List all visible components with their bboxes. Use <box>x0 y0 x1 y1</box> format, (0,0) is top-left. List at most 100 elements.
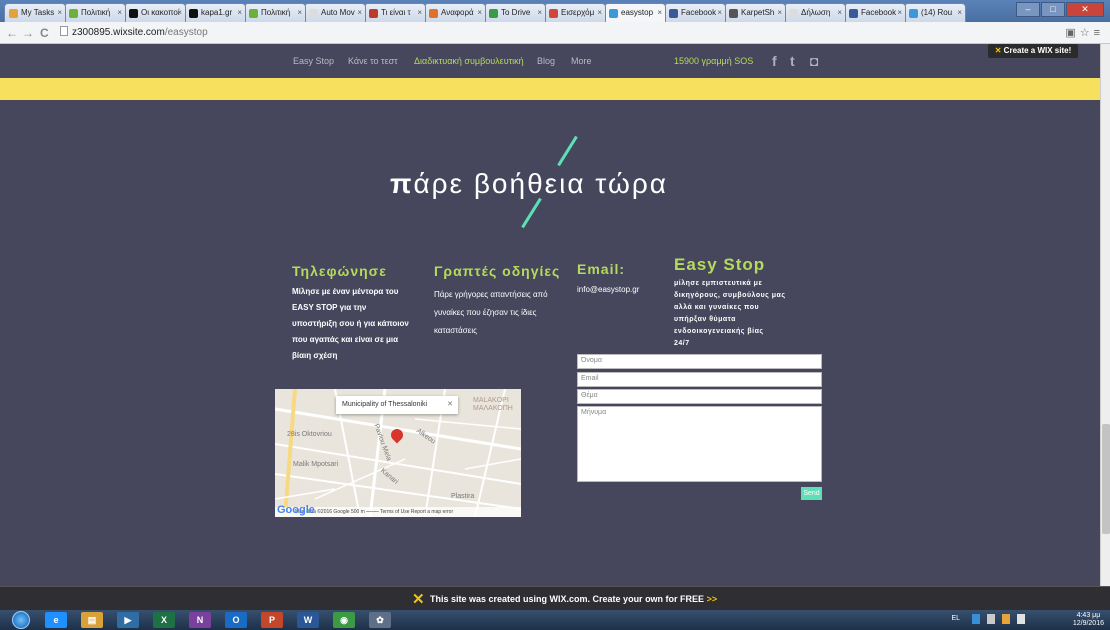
bookmark-star-icon[interactable]: ▣☆≡ <box>1065 26 1104 39</box>
browser-tab[interactable]: (14) Rou × <box>904 3 966 22</box>
scroll-thumb[interactable] <box>1102 424 1110 534</box>
url-host: z300895.wixsite.com <box>72 27 165 38</box>
reload-icon[interactable]: C <box>40 26 49 40</box>
taskbar-app-icon[interactable]: e <box>45 612 67 628</box>
tray-flag-icon[interactable] <box>987 614 995 624</box>
browser-tab[interactable]: easystop × <box>604 3 666 22</box>
tab-label: Δήλωση <box>801 8 831 17</box>
email-field[interactable]: Email <box>577 372 822 387</box>
wix-promo-bar[interactable]: ✕ This site was created using WIX.com. C… <box>0 586 1110 610</box>
email-address[interactable]: info@easystop.gr <box>577 282 639 298</box>
tab-favicon-icon <box>429 9 438 18</box>
taskbar-app-icon[interactable]: W <box>297 612 319 628</box>
tab-close-icon[interactable]: × <box>837 8 842 17</box>
twitter-icon[interactable]: t <box>790 53 795 69</box>
tab-close-icon[interactable]: × <box>537 8 542 17</box>
browser-tab[interactable]: To Drive × <box>484 3 546 22</box>
language-indicator[interactable]: EL <box>951 615 960 622</box>
sos-line[interactable]: 15900 γραμμή SOS <box>674 56 753 66</box>
browser-tab[interactable]: KarpetSh × <box>724 3 786 22</box>
taskbar-app-icon[interactable]: P <box>261 612 283 628</box>
name-field[interactable]: Όνομα <box>577 354 822 369</box>
taskbar-app-icon[interactable]: N <box>189 612 211 628</box>
send-button[interactable]: Send <box>801 487 822 500</box>
tab-close-icon[interactable]: × <box>897 8 902 17</box>
instagram-icon[interactable]: ◘ <box>810 53 818 69</box>
taskbar-app-icon[interactable]: ▤ <box>81 612 103 628</box>
written-guide-heading: Γραπτές οδηγίες <box>434 263 561 279</box>
browser-tab[interactable]: Τι είναι τ × <box>364 3 426 22</box>
taskbar-app-icon[interactable]: O <box>225 612 247 628</box>
tab-close-icon[interactable]: × <box>357 8 362 17</box>
taskbar-app-icon[interactable]: ✿ <box>369 612 391 628</box>
tab-label: kapa1.gr <box>201 8 233 17</box>
tray-network-icon[interactable] <box>972 614 980 624</box>
clock-time: 4:43 μμ <box>1076 612 1101 619</box>
tab-close-icon[interactable]: × <box>957 8 962 17</box>
easy-stop-hours: 24/7 <box>674 340 690 347</box>
start-button[interactable] <box>12 611 30 629</box>
create-wix-site-badge[interactable]: ✕ Create a WIX site! <box>988 44 1078 58</box>
tab-close-icon[interactable]: × <box>417 8 422 17</box>
browser-tab[interactable]: Οι κακοποί × <box>124 3 186 22</box>
browser-tab[interactable]: kapa1.gr × <box>184 3 246 22</box>
tab-close-icon[interactable]: × <box>717 8 722 17</box>
tab-favicon-icon <box>129 9 138 18</box>
browser-tab[interactable]: Αναφορά × <box>424 3 486 22</box>
tab-close-icon[interactable]: × <box>777 8 782 17</box>
scrollbar[interactable] <box>1100 44 1110 586</box>
wix-logo-icon: ✕ <box>412 591 425 608</box>
browser-tab[interactable]: My Tasks × <box>4 3 66 22</box>
tray-app-icon[interactable] <box>1002 614 1010 624</box>
tab-close-icon[interactable]: × <box>597 8 602 17</box>
written-guide-text: Πάρε γρήγορες απαντήσεις από γυναίκες πο… <box>434 290 548 335</box>
popup-close-icon[interactable]: ✕ <box>447 396 453 414</box>
tab-close-icon[interactable]: × <box>657 8 662 17</box>
browser-tab[interactable]: Εισερχόμ × <box>544 3 606 22</box>
facebook-icon[interactable]: f <box>772 53 777 69</box>
maximize-button[interactable]: □ <box>1041 2 1065 17</box>
tab-close-icon[interactable]: × <box>297 8 302 17</box>
nav-online-counseling[interactable]: Διαδικτυακή συμβουλευτική <box>414 56 524 66</box>
wix-promo-text[interactable]: This site was created using WIX.com. Cre… <box>430 594 717 604</box>
call-text: Μίλησε με έναν μέντορα του EASY STOP για… <box>292 287 409 360</box>
nav-more[interactable]: More <box>571 56 592 66</box>
subject-field[interactable]: Θέμα <box>577 389 822 404</box>
forward-icon[interactable]: → <box>22 26 34 40</box>
tab-favicon-icon <box>849 9 858 18</box>
tab-favicon-icon <box>729 9 738 18</box>
wix-promo-label: This site was created using WIX.com. Cre… <box>430 594 705 604</box>
tab-close-icon[interactable]: × <box>117 8 122 17</box>
nav-easy-stop[interactable]: Easy Stop <box>293 56 334 66</box>
tab-favicon-icon <box>369 9 378 18</box>
browser-tab[interactable]: Πολιτική × <box>64 3 126 22</box>
wix-x-icon: ✕ <box>994 46 1002 55</box>
back-icon[interactable]: ← <box>6 26 18 40</box>
tab-favicon-icon <box>909 9 918 18</box>
browser-tab[interactable]: Πολιτική × <box>244 3 306 22</box>
clock-date: 12/9/2016 <box>1072 620 1104 627</box>
tab-close-icon[interactable]: × <box>237 8 242 17</box>
tab-close-icon[interactable]: × <box>57 8 62 17</box>
tab-label: (14) Rou <box>921 8 953 17</box>
taskbar-app-icon[interactable]: ▶ <box>117 612 139 628</box>
wix-promo-arrows: >> <box>706 594 718 604</box>
tab-label: Auto Mov <box>321 8 355 17</box>
browser-tab[interactable]: Auto Mov × <box>304 3 366 22</box>
tab-close-icon[interactable]: × <box>477 8 482 17</box>
url-field[interactable]: z300895.wixsite.com/easystop <box>60 25 1060 41</box>
tray-volume-icon[interactable] <box>1017 614 1025 624</box>
browser-tab[interactable]: Facebook × <box>664 3 726 22</box>
message-field[interactable]: Μήνυμα <box>577 406 822 482</box>
tab-close-icon[interactable]: × <box>177 8 182 17</box>
close-window-button[interactable]: ✕ <box>1066 2 1104 17</box>
taskbar-app-icon[interactable]: ◉ <box>333 612 355 628</box>
nav-test[interactable]: Κάνε το τεστ <box>348 56 398 66</box>
system-clock[interactable]: 4:43 μμ 12/9/2016 <box>1073 612 1104 628</box>
nav-blog[interactable]: Blog <box>537 56 555 66</box>
browser-tab[interactable]: Δήλωση × <box>784 3 846 22</box>
taskbar-app-icon[interactable]: X <box>153 612 175 628</box>
google-map[interactable]: 28is Oktovriou Malik Mpotsari Pavlou Mel… <box>275 389 521 517</box>
browser-tab[interactable]: Facebook × <box>844 3 906 22</box>
minimize-button[interactable]: – <box>1016 2 1040 17</box>
